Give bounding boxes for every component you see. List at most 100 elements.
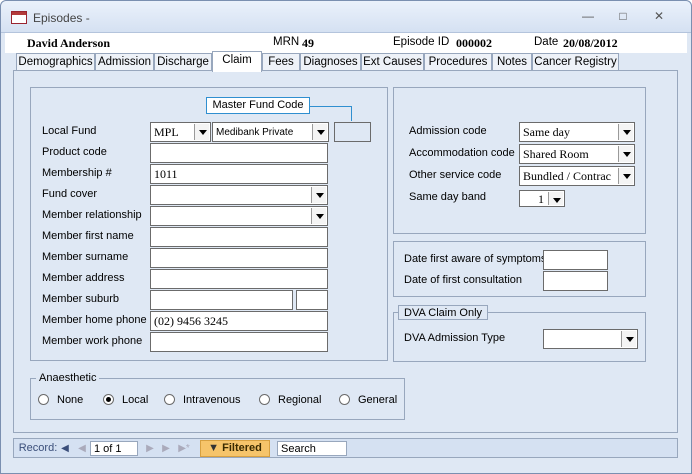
member-address-label: Member address bbox=[42, 272, 125, 284]
admission-code-label: Admission code bbox=[409, 125, 487, 137]
accommodation-code-value: Shared Room bbox=[523, 147, 589, 161]
chevron-down-icon[interactable] bbox=[311, 208, 326, 224]
anaesthetic-none-label: None bbox=[57, 394, 84, 406]
date-first-aware-field[interactable] bbox=[543, 250, 608, 270]
member-first-name-label: Member first name bbox=[42, 230, 134, 242]
anaesthetic-local-label: Local bbox=[122, 394, 149, 406]
master-fund-code-field[interactable] bbox=[334, 122, 371, 142]
anaesthetic-none-radio[interactable] bbox=[38, 394, 49, 405]
chevron-down-icon[interactable] bbox=[311, 187, 326, 203]
tab-ext-causes[interactable]: Ext Causes bbox=[361, 53, 424, 71]
date-first-aware-label: Date first aware of symptoms bbox=[404, 253, 547, 265]
previous-record-icon[interactable]: ◀ bbox=[77, 441, 87, 456]
member-first-name-field[interactable] bbox=[150, 227, 328, 247]
admission-code-value: Same day bbox=[523, 125, 570, 139]
chevron-down-icon[interactable] bbox=[618, 146, 633, 162]
dva-admission-type-label: DVA Admission Type bbox=[404, 332, 506, 344]
member-surname-field[interactable] bbox=[150, 248, 328, 268]
member-suburb-field[interactable] bbox=[150, 290, 293, 310]
search-box[interactable]: Search bbox=[277, 441, 347, 456]
anaesthetic-general-radio[interactable] bbox=[339, 394, 350, 405]
next-record-icon[interactable]: ▶ bbox=[145, 441, 155, 456]
claim-pane: Master Fund Code Local Fund MPL Medibank… bbox=[13, 71, 678, 433]
date-label: Date bbox=[534, 36, 559, 48]
anaesthetic-intravenous-radio[interactable] bbox=[164, 394, 175, 405]
patient-name: David Anderson bbox=[27, 36, 111, 50]
chevron-down-icon[interactable] bbox=[312, 124, 327, 140]
filter-label: Filtered bbox=[222, 442, 262, 454]
member-home-phone-label: Member home phone bbox=[42, 314, 147, 326]
maximize-button[interactable]: □ bbox=[610, 7, 636, 25]
episode-header: David Anderson MRN 49 Episode ID 000002 … bbox=[5, 33, 687, 53]
fund-cover-select[interactable] bbox=[150, 185, 328, 205]
local-fund-label: Local Fund bbox=[42, 125, 97, 137]
chevron-down-icon[interactable] bbox=[548, 192, 563, 205]
product-code-label: Product code bbox=[42, 146, 107, 158]
tab-procedures[interactable]: Procedures bbox=[424, 53, 492, 71]
chevron-down-icon[interactable] bbox=[621, 331, 636, 347]
member-work-phone-field[interactable] bbox=[150, 332, 328, 352]
admission-code-select[interactable]: Same day bbox=[519, 122, 635, 142]
tab-cancer-registry[interactable]: Cancer Registry bbox=[532, 53, 619, 71]
accommodation-code-select[interactable]: Shared Room bbox=[519, 144, 635, 164]
member-work-phone-label: Member work phone bbox=[42, 335, 143, 347]
local-fund-code-value: MPL bbox=[154, 125, 179, 139]
fund-cover-label: Fund cover bbox=[42, 188, 98, 200]
tab-claim[interactable]: Claim bbox=[212, 51, 262, 72]
mrn-label: MRN bbox=[273, 36, 300, 48]
first-record-icon[interactable]: ◀ bbox=[59, 441, 71, 456]
filter-toggle-button[interactable]: ▼ Filtered bbox=[200, 440, 270, 457]
chevron-down-icon[interactable] bbox=[618, 168, 633, 184]
member-relationship-select[interactable] bbox=[150, 206, 328, 226]
mrn-value: 49 bbox=[302, 36, 314, 50]
episodes-window: Episodes - — □ ✕ David Anderson MRN 49 E… bbox=[0, 0, 692, 474]
product-code-field[interactable] bbox=[150, 143, 328, 163]
tab-diagnoses[interactable]: Diagnoses bbox=[300, 53, 361, 71]
record-position-field[interactable]: 1 of 1 bbox=[90, 441, 138, 456]
last-record-icon[interactable]: ▶ bbox=[160, 441, 172, 456]
chevron-down-icon[interactable] bbox=[194, 124, 209, 140]
membership-field[interactable]: 1011 bbox=[150, 164, 328, 184]
tab-fees[interactable]: Fees bbox=[262, 53, 300, 71]
tab-notes[interactable]: Notes bbox=[492, 53, 532, 71]
same-day-band-select[interactable]: 1 bbox=[519, 190, 565, 207]
member-address-field[interactable] bbox=[150, 269, 328, 289]
window-title: Episodes - bbox=[33, 11, 90, 25]
dva-admission-type-select[interactable] bbox=[543, 329, 638, 349]
local-fund-name-select[interactable]: Medibank Private bbox=[212, 122, 329, 142]
close-button[interactable]: ✕ bbox=[646, 7, 672, 25]
other-service-code-select[interactable]: Bundled / Contrac bbox=[519, 166, 635, 186]
local-fund-code-select[interactable]: MPL bbox=[150, 122, 211, 142]
form-icon bbox=[11, 11, 27, 24]
episode-id-value: 000002 bbox=[456, 36, 492, 50]
minimize-button[interactable]: — bbox=[575, 7, 601, 25]
other-service-code-label: Other service code bbox=[409, 169, 502, 181]
symptoms-group bbox=[393, 241, 646, 297]
date-first-consultation-label: Date of first consultation bbox=[404, 274, 523, 286]
member-relationship-label: Member relationship bbox=[42, 209, 142, 221]
same-day-band-value: 1 bbox=[538, 192, 544, 206]
accommodation-code-label: Accommodation code bbox=[409, 147, 515, 159]
membership-label: Membership # bbox=[42, 167, 112, 179]
member-home-phone-field[interactable]: (02) 9456 3245 bbox=[150, 311, 328, 331]
member-postcode-field[interactable] bbox=[296, 290, 328, 310]
new-record-icon[interactable]: ▶* bbox=[177, 441, 191, 456]
anaesthetic-regional-radio[interactable] bbox=[259, 394, 270, 405]
episode-id-label: Episode ID bbox=[393, 36, 450, 48]
title-bar: Episodes - — □ ✕ bbox=[1, 1, 691, 33]
tab-discharge[interactable]: Discharge bbox=[154, 53, 212, 71]
date-value: 20/08/2012 bbox=[563, 36, 618, 50]
record-label: Record: bbox=[18, 442, 58, 454]
other-service-code-value: Bundled / Contrac bbox=[523, 169, 611, 183]
date-first-consultation-field[interactable] bbox=[543, 271, 608, 291]
member-surname-label: Member surname bbox=[42, 251, 129, 263]
member-suburb-label: Member suburb bbox=[42, 293, 120, 305]
master-fund-connector bbox=[310, 106, 352, 121]
chevron-down-icon[interactable] bbox=[618, 124, 633, 140]
dva-group-label: DVA Claim Only bbox=[398, 305, 489, 320]
tab-admission[interactable]: Admission bbox=[95, 53, 154, 71]
anaesthetic-general-label: General bbox=[358, 394, 398, 406]
anaesthetic-intravenous-label: Intravenous bbox=[183, 394, 241, 406]
tab-demographics[interactable]: Demographics bbox=[16, 53, 95, 71]
anaesthetic-local-radio[interactable] bbox=[103, 394, 114, 405]
